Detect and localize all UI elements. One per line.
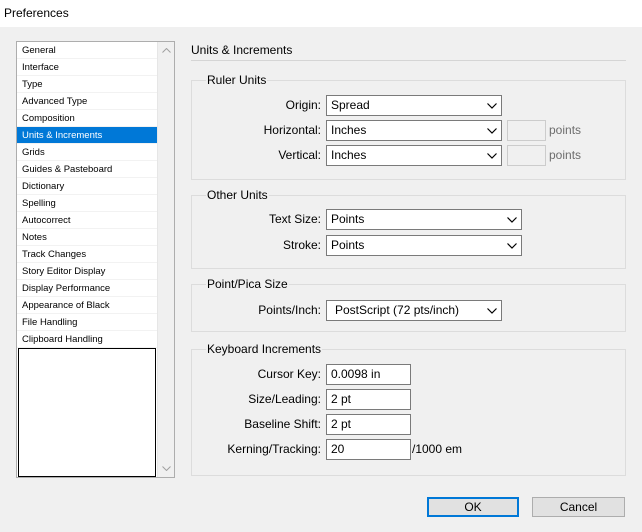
stroke-select[interactable]: Points [326, 235, 522, 256]
stroke-value: Points [331, 238, 365, 252]
chevron-down-icon [507, 210, 517, 229]
kerning-tracking-unit: /1000 em [412, 442, 463, 456]
sidebar-item-spelling[interactable]: Spelling [17, 195, 157, 212]
chevron-down-icon [507, 236, 517, 255]
chevron-down-icon [487, 96, 497, 115]
sidebar-item-grids[interactable]: Grids [17, 144, 157, 161]
stroke-label: Stroke: [282, 238, 321, 252]
origin-value: Spread [331, 98, 370, 112]
size-leading-input[interactable]: 2 pt [326, 389, 411, 410]
vertical-select[interactable]: Inches [326, 145, 502, 166]
chevron-down-icon [487, 121, 497, 140]
points-inch-value: PostScript (72 pts/inch) [335, 303, 460, 317]
text-size-select[interactable]: Points [326, 209, 522, 230]
category-items: General Interface Type Advanced Type Com… [17, 42, 157, 348]
points-inch-label: Points/Inch: [258, 303, 321, 317]
horizontal-points-unit: points [549, 123, 582, 137]
baseline-shift-input[interactable]: 2 pt [326, 414, 411, 435]
category-list[interactable]: General Interface Type Advanced Type Com… [16, 41, 175, 478]
scroll-down-icon[interactable] [158, 460, 174, 477]
cursor-key-input[interactable]: 0.0098 in [326, 364, 411, 385]
sidebar-item-story-editor-display[interactable]: Story Editor Display [17, 263, 157, 280]
horizontal-value: Inches [331, 123, 367, 137]
sidebar-item-track-changes[interactable]: Track Changes [17, 246, 157, 263]
text-size-label: Text Size: [268, 212, 321, 226]
sidebar-item-type[interactable]: Type [17, 76, 157, 93]
title-divider [191, 60, 626, 61]
chevron-down-icon [487, 301, 497, 320]
sidebar-item-dictionary[interactable]: Dictionary [17, 178, 157, 195]
sidebar-item-display-performance[interactable]: Display Performance [17, 280, 157, 297]
scroll-up-icon[interactable] [158, 42, 174, 59]
sidebar-item-notes[interactable]: Notes [17, 229, 157, 246]
sidebar-item-clipboard-handling[interactable]: Clipboard Handling [17, 331, 157, 348]
cancel-button[interactable]: Cancel [532, 497, 625, 517]
text-size-value: Points [331, 212, 365, 226]
kerning-tracking-input[interactable]: 20 [326, 439, 411, 460]
vertical-value: Inches [331, 148, 367, 162]
size-leading-label: Size/Leading: [248, 392, 321, 406]
page-title: Units & Increments [191, 43, 293, 57]
title-bar: Preferences [0, 0, 642, 27]
vertical-points-unit: points [549, 148, 582, 162]
sidebar-item-general[interactable]: General [17, 42, 157, 59]
sidebar-item-file-handling[interactable]: File Handling [17, 314, 157, 331]
category-list-scrollbar[interactable] [157, 42, 174, 477]
sidebar-item-appearance-of-black[interactable]: Appearance of Black [17, 297, 157, 314]
sidebar-item-guides-pasteboard[interactable]: Guides & Pasteboard [17, 161, 157, 178]
category-list-empty-area [18, 348, 156, 477]
sidebar-item-units-increments[interactable]: Units & Increments [17, 127, 157, 144]
sidebar-item-advanced-type[interactable]: Advanced Type [17, 93, 157, 110]
kerning-tracking-label: Kerning/Tracking: [227, 442, 321, 456]
other-units-group: Other Units [191, 188, 626, 269]
vertical-label: Vertical: [278, 148, 321, 162]
baseline-shift-label: Baseline Shift: [244, 417, 321, 431]
window-title: Preferences [4, 6, 69, 20]
keyboard-increments-title: Keyboard Increments [206, 342, 323, 356]
horizontal-label: Horizontal: [263, 123, 321, 137]
ok-button[interactable]: OK [427, 497, 519, 517]
origin-label: Origin: [285, 98, 321, 112]
sidebar-item-autocorrect[interactable]: Autocorrect [17, 212, 157, 229]
chevron-down-icon [487, 146, 497, 165]
point-pica-size-title: Point/Pica Size [206, 277, 289, 291]
sidebar-item-composition[interactable]: Composition [17, 110, 157, 127]
ruler-units-title: Ruler Units [206, 73, 268, 87]
horizontal-select[interactable]: Inches [326, 120, 502, 141]
cursor-key-label: Cursor Key: [257, 367, 321, 381]
vertical-points-input[interactable] [507, 145, 546, 166]
horizontal-points-input[interactable] [507, 120, 546, 141]
points-inch-select[interactable]: PostScript (72 pts/inch) [326, 300, 502, 321]
other-units-title: Other Units [206, 188, 269, 202]
origin-select[interactable]: Spread [326, 95, 502, 116]
sidebar-item-interface[interactable]: Interface [17, 59, 157, 76]
